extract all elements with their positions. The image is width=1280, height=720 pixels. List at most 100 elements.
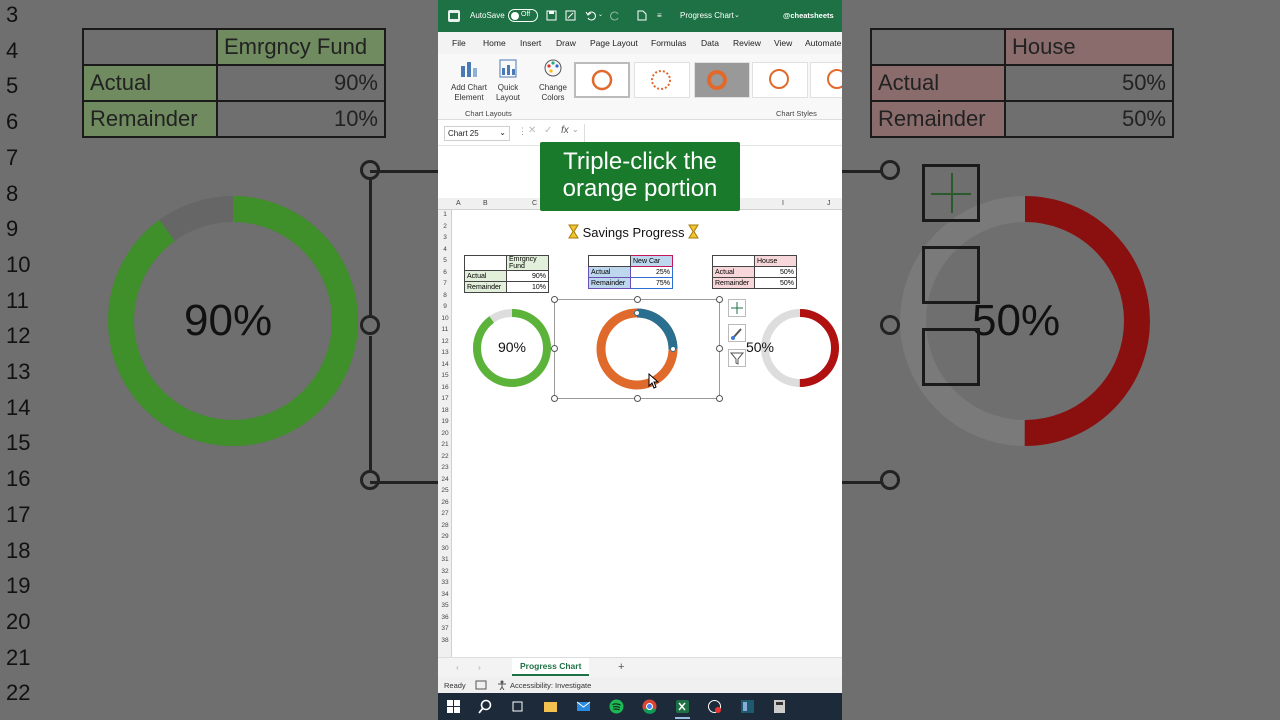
change-colors-button[interactable]: Change Colors: [536, 58, 570, 103]
scroll-right-icon[interactable]: ›: [478, 662, 481, 672]
resize-handle[interactable]: [551, 345, 558, 352]
quick-layout-button[interactable]: Quick Layout: [492, 58, 524, 103]
row-number[interactable]: 4: [438, 246, 452, 253]
row-number[interactable]: 27: [438, 510, 452, 517]
resize-handle[interactable]: [634, 296, 641, 303]
menu-formulas[interactable]: Formulas: [651, 38, 686, 48]
windows-start-icon[interactable]: [446, 699, 461, 714]
undo-icon[interactable]: [585, 10, 596, 21]
row-number[interactable]: 26: [438, 499, 452, 506]
resize-handle[interactable]: [634, 395, 641, 402]
row-number[interactable]: 28: [438, 522, 452, 529]
cell[interactable]: [588, 255, 631, 267]
chart-filters-button[interactable]: [728, 349, 746, 367]
name-box[interactable]: Chart 25 ⌄: [444, 126, 510, 141]
enter-icon[interactable]: ✓: [544, 125, 552, 136]
row-number[interactable]: 1: [438, 211, 452, 218]
mail-icon[interactable]: [576, 699, 591, 714]
row-number[interactable]: 14: [438, 361, 452, 368]
cell[interactable]: Remainder: [712, 277, 755, 289]
row-number[interactable]: 22: [438, 453, 452, 460]
row-number[interactable]: 32: [438, 568, 452, 575]
save-icon[interactable]: [546, 10, 557, 21]
donut-chart-new-car[interactable]: [594, 306, 680, 392]
row-number[interactable]: 5: [438, 257, 452, 264]
column-b[interactable]: B: [483, 200, 488, 207]
row-number[interactable]: 29: [438, 533, 452, 540]
table-header[interactable]: House: [754, 255, 797, 267]
cancel-icon[interactable]: ✕: [528, 125, 536, 136]
chart-style-5[interactable]: [810, 62, 842, 98]
add-sheet-icon[interactable]: +: [618, 661, 624, 673]
row-number[interactable]: 9: [438, 303, 452, 310]
row-number[interactable]: 8: [438, 292, 452, 299]
chart-style-4[interactable]: [752, 62, 808, 98]
row-number[interactable]: 21: [438, 441, 452, 448]
row-number[interactable]: 34: [438, 591, 452, 598]
formula-input[interactable]: [588, 124, 836, 142]
row-number[interactable]: 2: [438, 223, 452, 230]
calculator-icon[interactable]: [772, 699, 787, 714]
menu-page-layout[interactable]: Page Layout: [590, 38, 638, 48]
customize-toolbar-icon[interactable]: ≡: [657, 11, 662, 20]
resize-handle[interactable]: [716, 395, 723, 402]
column-j[interactable]: J: [827, 200, 831, 207]
row-number[interactable]: 18: [438, 407, 452, 414]
cell[interactable]: 10%: [506, 281, 549, 293]
menu-insert[interactable]: Insert: [520, 38, 541, 48]
menu-data[interactable]: Data: [701, 38, 719, 48]
redo-icon[interactable]: [610, 10, 621, 21]
search-icon[interactable]: [478, 699, 493, 714]
row-number[interactable]: 16: [438, 384, 452, 391]
cell[interactable]: Actual: [464, 270, 507, 282]
accessibility-status[interactable]: Accessibility: Investigate: [510, 681, 591, 690]
resize-handle[interactable]: [551, 395, 558, 402]
menu-automate[interactable]: Automate: [805, 38, 841, 48]
cell[interactable]: Remainder: [464, 281, 507, 293]
insert-function-icon[interactable]: fx: [561, 125, 569, 136]
title-dropdown-icon[interactable]: ⌄: [734, 11, 740, 19]
row-number[interactable]: 24: [438, 476, 452, 483]
row-number[interactable]: 17: [438, 395, 452, 402]
macro-icon[interactable]: [475, 680, 487, 690]
resize-handle[interactable]: [551, 296, 558, 303]
fx-dropdown-icon[interactable]: ⌄: [572, 125, 579, 134]
column-i[interactable]: I: [782, 200, 784, 207]
menu-file[interactable]: File: [452, 38, 466, 48]
column-c[interactable]: C: [532, 200, 537, 207]
row-number[interactable]: 19: [438, 418, 452, 425]
chart-style-2[interactable]: [634, 62, 690, 98]
menu-review[interactable]: Review: [733, 38, 761, 48]
row-number[interactable]: 33: [438, 579, 452, 586]
cell[interactable]: 75%: [630, 277, 673, 289]
row-number[interactable]: 13: [438, 349, 452, 356]
chrome-icon[interactable]: [642, 699, 657, 714]
spotify-icon[interactable]: [609, 699, 624, 714]
cell[interactable]: [464, 255, 507, 271]
row-number[interactable]: 23: [438, 464, 452, 471]
row-number[interactable]: 38: [438, 637, 452, 644]
row-number[interactable]: 10: [438, 315, 452, 322]
sheet-tab-progress-chart[interactable]: Progress Chart: [512, 658, 590, 676]
menu-home[interactable]: Home: [483, 38, 506, 48]
segment-selection-handle[interactable]: [634, 310, 640, 316]
cell[interactable]: 50%: [754, 266, 797, 278]
row-number[interactable]: 25: [438, 487, 452, 494]
task-view-icon[interactable]: [510, 699, 525, 714]
new-file-icon[interactable]: [637, 10, 647, 21]
cell[interactable]: Actual: [712, 266, 755, 278]
row-number[interactable]: 20: [438, 430, 452, 437]
touch-mode-icon[interactable]: [565, 10, 576, 21]
row-number[interactable]: 35: [438, 602, 452, 609]
document-title[interactable]: Progress Chart: [680, 11, 734, 20]
cell[interactable]: 50%: [754, 277, 797, 289]
excel-taskbar-icon[interactable]: [675, 699, 690, 714]
menu-draw[interactable]: Draw: [556, 38, 576, 48]
autosave-toggle[interactable]: Off: [508, 9, 538, 22]
row-number[interactable]: 36: [438, 614, 452, 621]
resize-handle[interactable]: [716, 345, 723, 352]
row-number[interactable]: 3: [438, 234, 452, 241]
terminal-app-icon[interactable]: [740, 699, 755, 714]
row-number[interactable]: 12: [438, 338, 452, 345]
file-explorer-icon[interactable]: [543, 699, 558, 714]
